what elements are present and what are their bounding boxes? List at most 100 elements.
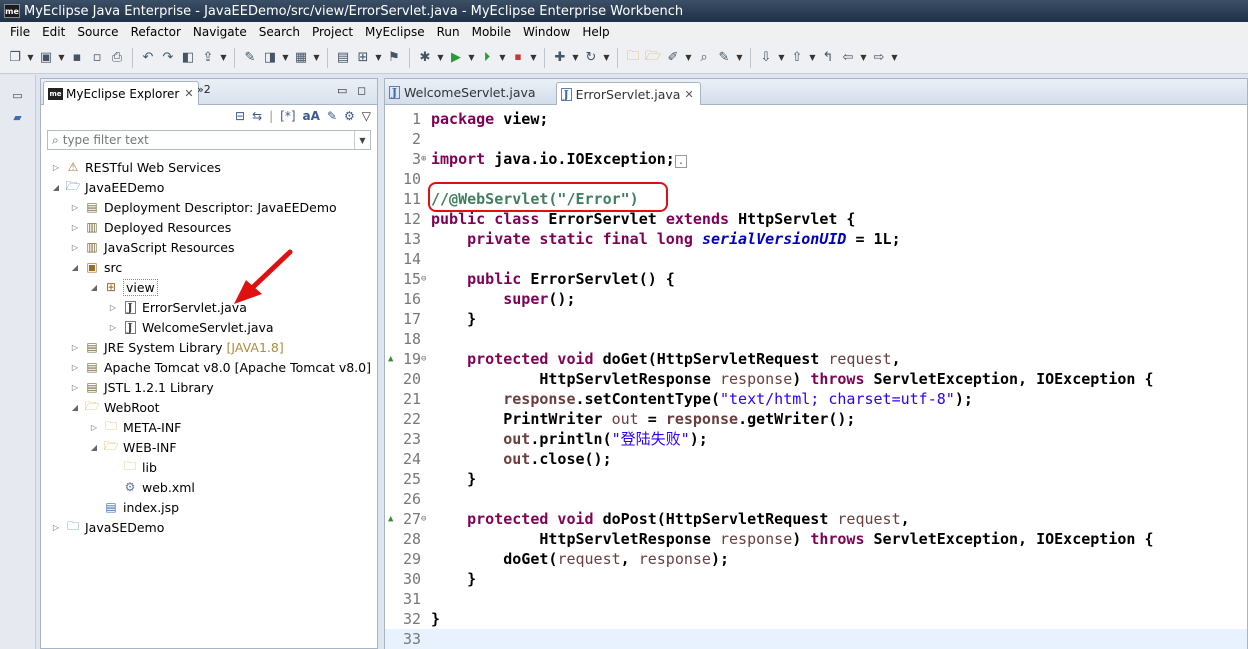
deploy-icon[interactable]: ⇪ [199, 49, 217, 67]
tree-item[interactable]: ▷ ▤ Deployment Descriptor: JavaEEDemo [41, 197, 337, 217]
web-dropdown-icon[interactable]: ▼ [374, 53, 383, 62]
tree-item[interactable]: ▷ 🗀 JavaSEDemo [41, 517, 164, 537]
deploy-dropdown-icon[interactable]: ▼ [219, 53, 228, 62]
browser-dropdown-icon[interactable]: ▼ [281, 53, 290, 62]
close-icon[interactable]: ✕ [684, 88, 693, 101]
chevron-down-icon[interactable]: ▼ [354, 131, 370, 149]
pin-icon[interactable]: ✎ [327, 109, 337, 123]
open-type-icon[interactable]: ◧ [179, 49, 197, 67]
tree-item[interactable]: ◢ 🗁 WebRoot [41, 397, 160, 417]
refresh-dropdown-icon[interactable]: ▼ [602, 53, 611, 62]
expand-arrow-icon[interactable]: ◢ [70, 403, 80, 412]
menu-run[interactable]: Run [431, 25, 466, 39]
annotation-dropdown-icon[interactable]: ▼ [735, 53, 744, 62]
tree-item[interactable]: ▷ ▥ Deployed Resources [41, 217, 231, 237]
collapse-fold-icon[interactable]: ⊖ [421, 349, 426, 369]
sync-icon[interactable]: ⚙ [344, 109, 355, 123]
filter-input[interactable] [62, 133, 343, 147]
pencil-icon[interactable]: ✐ [664, 49, 682, 67]
next-annotation-icon[interactable]: ⇩ [757, 49, 775, 67]
menu-mobile[interactable]: Mobile [466, 25, 517, 39]
menu-window[interactable]: Window [517, 25, 576, 39]
tree-item[interactable]: 🗀 lib [41, 457, 157, 477]
prev-annotation-icon[interactable]: ⇧ [788, 49, 806, 67]
tree-item[interactable]: ▷ J WelcomeServlet.java [41, 317, 274, 337]
tree-item[interactable]: ⚙ web.xml [41, 477, 195, 497]
tree-item[interactable]: ▷ J ErrorServlet.java [41, 297, 247, 317]
refresh-icon[interactable]: ↻ [582, 49, 600, 67]
filter-box[interactable]: ⌕ ▼ [47, 130, 371, 150]
debug-icon[interactable]: ✱ [416, 49, 434, 67]
view-menu-icon[interactable]: ▽ [362, 109, 371, 123]
collapse-arrow-icon[interactable]: ▷ [51, 163, 61, 172]
jre-icon[interactable]: ⚑ [385, 49, 403, 67]
print-icon[interactable]: ⎙ [108, 49, 126, 67]
minimized-view-icon[interactable]: ▰ [9, 111, 27, 127]
debug-dropdown-icon[interactable]: ▼ [436, 53, 445, 62]
tree-item[interactable]: ▷ ▤ JRE System Library [JAVA1.8] [41, 337, 284, 357]
link-with-editor-icon[interactable]: ⇆ [252, 109, 262, 123]
pencil-dropdown-icon[interactable]: ▼ [684, 53, 693, 62]
collapse-arrow-icon[interactable]: ▷ [51, 523, 61, 532]
collapse-arrow-icon[interactable]: ▷ [89, 423, 99, 432]
open-file-icon[interactable]: 🗁 [644, 49, 662, 67]
server-icon[interactable]: ✎ [241, 49, 259, 67]
next-annotation-dropdown-icon[interactable]: ▼ [777, 53, 786, 62]
menu-search[interactable]: Search [253, 25, 306, 39]
collapse-arrow-icon[interactable]: ▷ [108, 323, 118, 332]
menu-file[interactable]: File [4, 25, 36, 39]
tree-item[interactable]: ◢ 🗁 WEB-INF [41, 437, 177, 457]
tree-item[interactable]: ▷ ▥ JavaScript Resources [41, 237, 235, 257]
collapse-fold-icon[interactable]: ⊖ [421, 269, 426, 289]
tree-item[interactable]: ▷ ⚠ RESTful Web Services [41, 157, 221, 177]
search-icon[interactable]: ⌕ [695, 49, 713, 67]
run-icon[interactable]: ▶ [447, 49, 465, 67]
back-icon[interactable]: ⇦ [839, 49, 857, 67]
perspective-dropdown-icon[interactable]: ▼ [312, 53, 321, 62]
last-edit-icon[interactable]: ↰ [819, 49, 837, 67]
tree-item[interactable]: ▷ 🗀 META-INF [41, 417, 181, 437]
tree-item[interactable]: ◢ 🗁 JavaEEDemo [41, 177, 164, 197]
collapse-arrow-icon[interactable]: ▷ [70, 383, 80, 392]
collapse-fold-icon[interactable]: ⊖ [421, 509, 426, 529]
tab-overflow-button[interactable]: »2 [197, 83, 211, 96]
collapse-arrow-icon[interactable]: ▷ [108, 303, 118, 312]
run-last-icon[interactable]: ⏵ [478, 49, 496, 67]
web-icon[interactable]: ⊞ [354, 49, 372, 67]
perspective-icon[interactable]: ▦ [292, 49, 310, 67]
back-dropdown-icon[interactable]: ▼ [859, 53, 868, 62]
stop-dropdown-icon[interactable]: ▼ [529, 53, 538, 62]
collapse-arrow-icon[interactable]: ▷ [70, 363, 80, 372]
maximize-icon[interactable]: ◻ [357, 84, 366, 97]
expand-arrow-icon[interactable]: ◢ [89, 283, 99, 292]
new-icon[interactable]: ❐ [6, 49, 24, 67]
tree-item[interactable]: ◢ ⊞ view [41, 277, 158, 297]
run-last-dropdown-icon[interactable]: ▼ [498, 53, 507, 62]
menu-edit[interactable]: Edit [36, 25, 71, 39]
expand-fold-icon[interactable]: ⊕ [421, 149, 426, 169]
new-class-icon[interactable]: ✚ [551, 49, 569, 67]
new-project-dropdown-icon[interactable]: ▼ [57, 53, 66, 62]
save-icon[interactable]: ▪ [68, 49, 86, 67]
forward-icon[interactable]: ⇨ [870, 49, 888, 67]
new-dropdown-icon[interactable]: ▼ [26, 53, 35, 62]
match-case-icon[interactable]: aA [303, 109, 320, 123]
prev-annotation-dropdown-icon[interactable]: ▼ [808, 53, 817, 62]
collapse-arrow-icon[interactable]: ▷ [70, 243, 80, 252]
tree-item[interactable]: ▷ ▤ Apache Tomcat v8.0 [Apache Tomcat v8.0… [41, 357, 371, 377]
stop-icon[interactable]: ⏹ [509, 49, 527, 67]
menu-source[interactable]: Source [71, 25, 124, 39]
expand-arrow-icon[interactable]: ◢ [51, 183, 61, 192]
run-dropdown-icon[interactable]: ▼ [467, 53, 476, 62]
tab-myeclipse-explorer[interactable]: me MyEclipse Explorer ✕ [43, 81, 199, 105]
tree-item[interactable]: ▤ index.jsp [41, 497, 179, 517]
browser-icon[interactable]: ◨ [261, 49, 279, 67]
menu-help[interactable]: Help [576, 25, 615, 39]
menu-navigate[interactable]: Navigate [187, 25, 253, 39]
menu-refactor[interactable]: Refactor [125, 25, 187, 39]
save-all-icon[interactable]: ▫ [88, 49, 106, 67]
collapse-all-icon[interactable]: ⊟ [235, 109, 245, 123]
tab-welcomeservlet[interactable]: J WelcomeServlet.java [385, 81, 542, 104]
menu-myeclipse[interactable]: MyEclipse [359, 25, 431, 39]
expand-arrow-icon[interactable]: ◢ [70, 263, 80, 272]
